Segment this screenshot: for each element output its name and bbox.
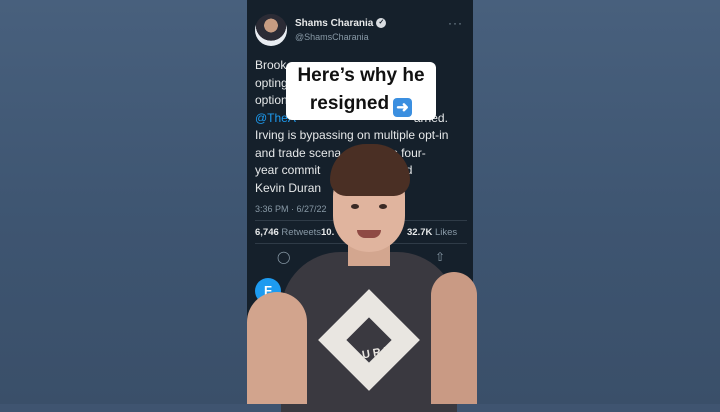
divider	[255, 220, 467, 221]
background-left	[0, 0, 247, 404]
author-handle[interactable]: @ShamsCharania	[295, 32, 369, 42]
author-name[interactable]: Shams Charania ✓	[295, 18, 387, 29]
tweet-screenshot: Shams Charania ✓ @ShamsCharania ··· Brook…	[247, 0, 473, 404]
verified-badge-icon: ✓	[376, 18, 387, 28]
tweet-line-5: Irving is bypassing on multiple opt-in	[255, 128, 449, 142]
retweet-count[interactable]: 6,746 Retweets	[255, 227, 321, 238]
divider	[255, 243, 467, 244]
tweet-line-7: year commit lets and	[255, 163, 413, 177]
video-caption: Here’s why he resigned ➜	[286, 62, 436, 120]
tweet-reply-prompt[interactable]: Twee	[285, 379, 307, 389]
tweet-timestamp[interactable]: 3:36 PM · 6/27/22	[255, 204, 327, 214]
tweet-line-8: Kevin Duran	[255, 180, 322, 195]
caption-line-2: resigned ➜	[286, 90, 436, 118]
quote-label-tail: ts	[392, 227, 400, 238]
tweet-line-6: and trade scena fulfill his four-	[255, 145, 426, 160]
tweet-header: Shams Charania ✓ @ShamsCharania ···	[255, 14, 467, 48]
like-count[interactable]: 32.7K Likes	[407, 227, 457, 238]
share-icon[interactable]: ⇧	[435, 250, 445, 264]
caption-line-1: Here’s why he	[297, 65, 425, 86]
reply-icon[interactable]: ◯	[277, 250, 290, 264]
author-avatar[interactable]	[255, 14, 287, 46]
reply-avatar[interactable]: F	[255, 278, 281, 304]
background-right	[473, 0, 720, 404]
bottom-avatar[interactable]	[255, 374, 275, 394]
quote-count[interactable]: 10.	[321, 227, 334, 238]
tweet-line-6-tail: fulfill his four-	[355, 145, 426, 160]
more-options-icon[interactable]: ···	[448, 16, 463, 30]
tweet-line-7-tail: lets and	[370, 163, 413, 177]
right-arrow-icon: ➜	[393, 98, 413, 117]
